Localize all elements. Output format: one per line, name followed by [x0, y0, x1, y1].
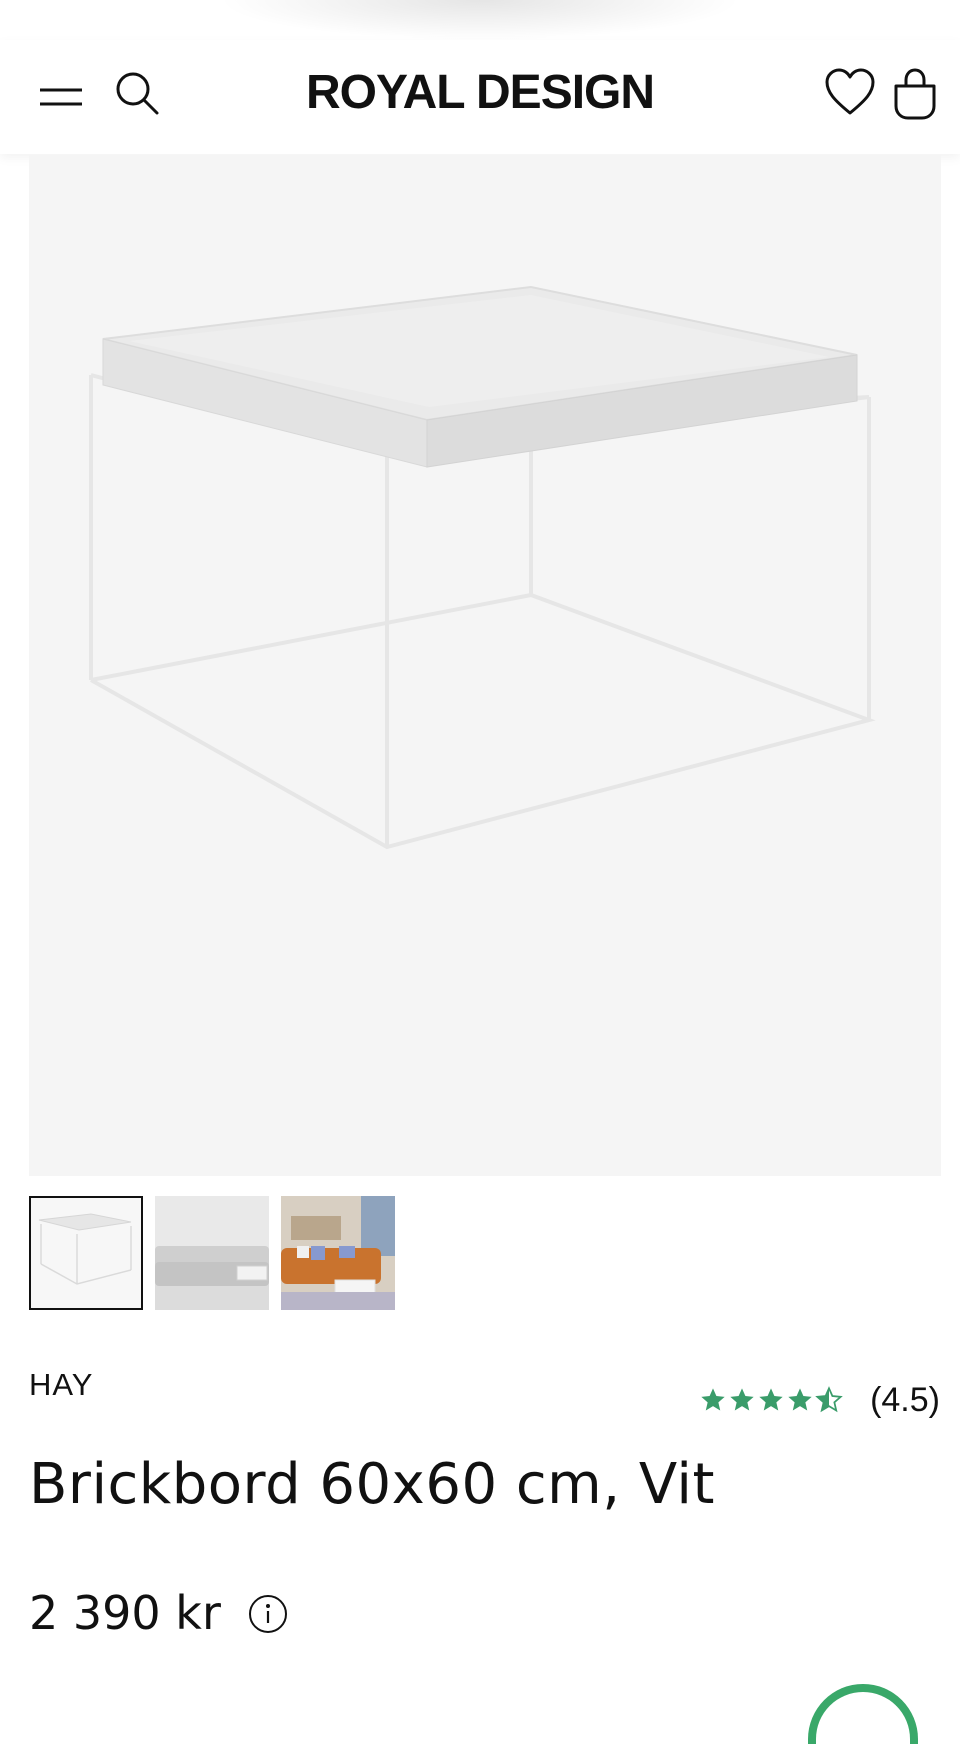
- product-rating[interactable]: (4.5): [699, 1376, 940, 1424]
- chat-launcher-button[interactable]: [808, 1684, 918, 1744]
- star-full-icon: [730, 1388, 754, 1411]
- cart-button[interactable]: [892, 68, 938, 120]
- product-title: Brickbord 60x60 cm, Vit: [29, 1452, 715, 1517]
- product-main-image[interactable]: [29, 155, 941, 1176]
- rating-stars: [699, 1386, 844, 1414]
- thumbnail-table[interactable]: [29, 1196, 143, 1310]
- star-full-icon: [759, 1388, 783, 1411]
- wishlist-button[interactable]: [824, 68, 876, 118]
- site-header: ROYAL DESIGN: [0, 40, 960, 154]
- thumbnail-table-image: [31, 1198, 141, 1308]
- star-full-icon: [701, 1388, 725, 1411]
- thumbnail-grey-sofa[interactable]: [155, 1196, 269, 1310]
- star-full-icon: [788, 1388, 812, 1411]
- thumbnail-orange-sofa-image: [281, 1196, 395, 1310]
- thumbnail-grey-sofa-image: [155, 1196, 269, 1310]
- product-price: 2 390 kr: [29, 1586, 221, 1640]
- top-shadow: [0, 0, 960, 40]
- star-half-icon: [815, 1386, 843, 1413]
- rating-value: (4.5): [870, 1380, 940, 1419]
- shopping-bag-icon: [894, 68, 936, 120]
- price-info-button[interactable]: [248, 1594, 288, 1634]
- thumbnail-orange-sofa[interactable]: [281, 1196, 395, 1310]
- site-logo[interactable]: ROYAL DESIGN: [0, 62, 960, 124]
- heart-icon: [825, 68, 875, 115]
- product-brand[interactable]: HAY: [29, 1367, 93, 1403]
- info-icon: [249, 1595, 287, 1633]
- table-illustration: [89, 285, 876, 850]
